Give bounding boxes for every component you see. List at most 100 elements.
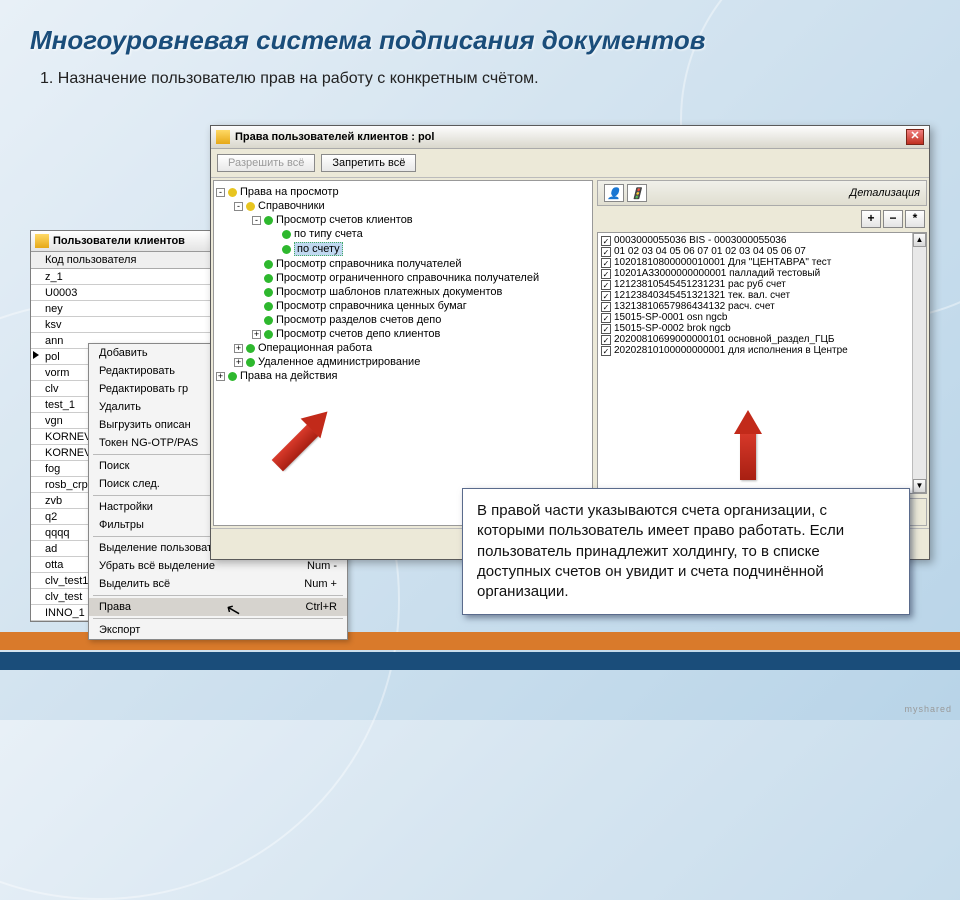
collapse-icon[interactable]: - — [252, 216, 261, 225]
account-row[interactable]: ✓12123810545451231231 рас руб счет — [600, 279, 924, 290]
account-row[interactable]: ✓10201A33000000000001 палладий тестовый — [600, 268, 924, 279]
account-row[interactable]: ✓20200810699000000101 основной_раздел_ГЦ… — [600, 334, 924, 345]
status-bullet-icon — [246, 344, 255, 353]
menu-item[interactable]: Экспорт — [89, 621, 347, 639]
account-row[interactable]: ✓0003000055036 BIS - 0003000055036 — [600, 235, 924, 246]
tree-label: Справочники — [258, 200, 325, 212]
account-row[interactable]: ✓01 02 03 04 05 06 07 01 02 03 04 05 06 … — [600, 246, 924, 257]
tree-label: Права на просмотр — [240, 186, 339, 198]
tree-node[interactable]: - Справочники — [216, 199, 590, 213]
tree-node[interactable]: Просмотр шаблонов платежных документов — [216, 285, 590, 299]
tree-node[interactable]: +Операционная работа — [216, 341, 590, 355]
app-icon — [216, 130, 230, 144]
checkbox-icon[interactable]: ✓ — [601, 280, 611, 290]
user-row[interactable]: ney — [31, 301, 229, 317]
account-row[interactable]: ✓15015-SP-0001 osn ngcb — [600, 312, 924, 323]
users-column-header[interactable]: Код пользователя — [31, 252, 229, 269]
remove-button[interactable]: − — [883, 210, 903, 228]
detail-pane: 👤 🚦 Детализация + − * ✓0003000055036 BIS… — [597, 180, 927, 526]
account-row[interactable]: ✓13213810657986434132 расч. счет — [600, 301, 924, 312]
tree-node[interactable]: + Удаленное администрирование — [216, 355, 590, 369]
accounts-list[interactable]: ✓0003000055036 BIS - 0003000055036✓01 02… — [597, 232, 927, 494]
tree-node[interactable]: по типу счета — [216, 227, 590, 241]
tree-label: Просмотр справочника получателей — [276, 258, 461, 270]
all-button[interactable]: * — [905, 210, 925, 228]
account-row[interactable]: ✓20202810100000000001 для исполнения в Ц… — [600, 345, 924, 356]
menu-item[interactable]: Выделить всёNum + — [89, 575, 347, 593]
user-icon: 👤 — [604, 184, 624, 202]
tree-node[interactable]: + Просмотр счетов депо клиентов — [216, 327, 590, 341]
tree-node[interactable]: по счету — [216, 241, 590, 257]
scroll-up-icon[interactable]: ▲ — [913, 233, 926, 247]
callout-note: В правой части указываются счета организ… — [462, 488, 910, 615]
tree-node[interactable]: + Права на действия — [216, 369, 590, 383]
status-bullet-icon — [264, 260, 273, 269]
tree-node[interactable]: Просмотр разделов счетов депо — [216, 313, 590, 327]
expand-icon[interactable]: + — [252, 330, 261, 339]
tree-node[interactable]: Просмотр справочника получателей — [216, 257, 590, 271]
collapse-icon[interactable]: - — [234, 202, 243, 211]
status-bullet-icon — [246, 202, 255, 211]
rights-titlebar: Права пользователей клиентов : pol ✕ — [211, 126, 929, 149]
checkbox-icon[interactable]: ✓ — [601, 335, 611, 345]
menu-item[interactable]: ПраваCtrl+R — [89, 598, 347, 616]
arrow-head-icon — [734, 410, 762, 434]
checkbox-icon[interactable]: ✓ — [601, 247, 611, 257]
tree-label: Просмотр счетов клиентов — [276, 214, 413, 226]
tree-node[interactable]: Просмотр ограниченного справочника получ… — [216, 271, 590, 285]
tree-label: Просмотр ограниченного справочника получ… — [276, 272, 539, 284]
expand-icon[interactable]: + — [234, 344, 243, 353]
tree-node[interactable]: Просмотр справочника ценных бумаг — [216, 299, 590, 313]
allow-all-button[interactable]: Разрешить всё — [217, 154, 315, 172]
expand-icon[interactable]: + — [216, 372, 225, 381]
tree-node[interactable]: - Просмотр счетов клиентов — [216, 213, 590, 227]
arrow-icon — [740, 430, 756, 480]
rights-toolbar: Разрешить всё Запретить всё — [211, 149, 929, 178]
user-row[interactable]: U0003 — [31, 285, 229, 301]
user-row[interactable]: z_1 — [31, 269, 229, 285]
traffic-light-icon: 🚦 — [627, 184, 647, 202]
rights-tree[interactable]: - Права на просмотр - Справочники - Просмотр … — [213, 180, 593, 526]
tree-node[interactable]: - Права на просмотр — [216, 185, 590, 199]
tree-label: Просмотр справочника ценных бумаг — [276, 300, 467, 312]
checkbox-icon[interactable]: ✓ — [601, 313, 611, 323]
checkbox-icon[interactable]: ✓ — [601, 258, 611, 268]
scrollbar[interactable]: ▲ ▼ — [912, 233, 926, 493]
spacer — [252, 260, 261, 269]
scroll-down-icon[interactable]: ▼ — [913, 479, 926, 493]
checkbox-icon[interactable]: ✓ — [601, 346, 611, 356]
account-row[interactable]: ✓10201810800000010001 Для "ЦЕНТАВРА" тес… — [600, 257, 924, 268]
tree-label: по счету — [294, 242, 343, 256]
users-window-titlebar: Пользователи клиентов — [31, 231, 229, 252]
status-bullet-icon — [264, 302, 273, 311]
detail-label: Детализация — [850, 187, 921, 199]
checkbox-icon[interactable]: ✓ — [601, 236, 611, 246]
status-bullet-icon — [264, 316, 273, 325]
spacer — [252, 316, 261, 325]
checkbox-icon[interactable]: ✓ — [601, 324, 611, 334]
tree-label: Просмотр счетов депо клиентов — [276, 328, 440, 340]
users-window-title: Пользователи клиентов — [53, 235, 185, 247]
checkbox-icon[interactable]: ✓ — [601, 302, 611, 312]
expand-icon[interactable]: + — [234, 358, 243, 367]
slide-title: Многоуровневая система подписания докуме… — [30, 25, 705, 56]
rights-window-title: Права пользователей клиентов : pol — [235, 131, 434, 143]
tree-label: по типу счета — [294, 228, 363, 240]
status-bullet-icon — [282, 245, 291, 254]
tree-label: Права на действия — [240, 370, 337, 382]
checkbox-icon[interactable]: ✓ — [601, 291, 611, 301]
watermark: myshared — [904, 704, 952, 714]
status-bullet-icon — [228, 188, 237, 197]
tree-label: Удаленное администрирование — [258, 356, 420, 368]
status-bullet-icon — [228, 372, 237, 381]
add-button[interactable]: + — [861, 210, 881, 228]
collapse-icon[interactable]: - — [216, 188, 225, 197]
slide-subtitle: 1. Назначение пользователю прав на работ… — [40, 70, 539, 88]
account-row[interactable]: ✓12123840345451321321 тек. вал. счет — [600, 290, 924, 301]
user-row[interactable]: ksv — [31, 317, 229, 333]
account-row[interactable]: ✓15015-SP-0002 brok ngcb — [600, 323, 924, 334]
close-button[interactable]: ✕ — [906, 129, 924, 145]
deny-all-button[interactable]: Запретить всё — [321, 154, 416, 172]
checkbox-icon[interactable]: ✓ — [601, 269, 611, 279]
status-bullet-icon — [246, 358, 255, 367]
